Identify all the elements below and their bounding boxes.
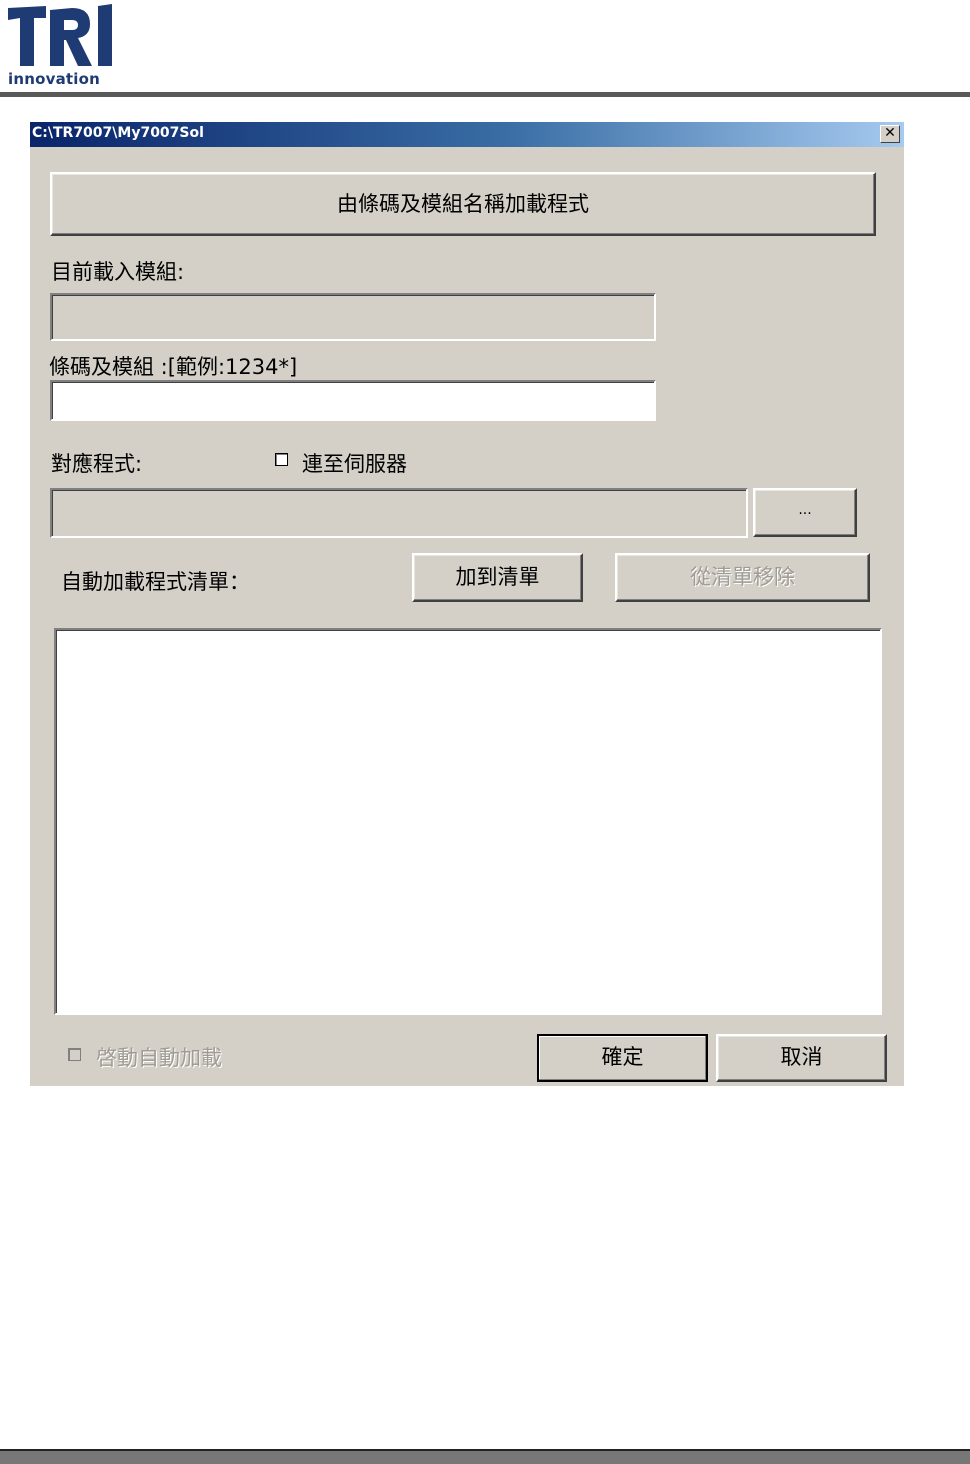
tri-logo-mark bbox=[8, 4, 112, 66]
current-module-label: 目前載入模組: bbox=[51, 260, 185, 284]
autoload-program-list[interactable] bbox=[54, 628, 882, 1015]
remove-from-list-label: 從清單移除 bbox=[690, 565, 795, 589]
header-divider bbox=[0, 92, 970, 97]
connect-server-checkbox[interactable] bbox=[275, 453, 288, 466]
enable-autoload-label: 啓動自動加載 bbox=[96, 1046, 222, 1070]
cancel-button-label: 取消 bbox=[780, 1045, 823, 1069]
autoload-list-label: 自動加載程式清單： bbox=[61, 570, 250, 594]
close-button[interactable]: ✕ bbox=[880, 125, 900, 143]
barcode-input[interactable] bbox=[50, 380, 656, 421]
connect-server-label[interactable]: 連至伺服器 bbox=[302, 448, 407, 478]
logo-text: innovation bbox=[8, 70, 100, 88]
tri-innovation-logo: innovation bbox=[6, 4, 116, 88]
load-by-barcode-label: 由條碼及模組名稱加載程式 bbox=[337, 192, 589, 216]
add-to-list-label: 加到清單 bbox=[455, 565, 540, 589]
autoload-dialog: C:\TR7007\My7007Sol ✕ 由條碼及模組名稱加載程式 目前載入模… bbox=[30, 122, 904, 1086]
remove-from-list-button[interactable]: 從清單移除 bbox=[615, 553, 870, 602]
current-module-field bbox=[50, 293, 656, 341]
dialog-title: C:\TR7007\My7007Sol bbox=[32, 125, 204, 141]
barcode-label: 條碼及模組 :[範例:1234*] bbox=[49, 355, 298, 379]
browse-button[interactable]: ... bbox=[753, 488, 857, 537]
add-to-list-button[interactable]: 加到清單 bbox=[412, 553, 583, 602]
ok-button-label: 確定 bbox=[601, 1045, 644, 1069]
program-label: 對應程式: bbox=[51, 452, 143, 476]
ok-button[interactable]: 確定 bbox=[537, 1034, 708, 1082]
load-by-barcode-button[interactable]: 由條碼及模組名稱加載程式 bbox=[50, 172, 876, 236]
enable-autoload-checkbox[interactable] bbox=[68, 1048, 81, 1061]
cancel-button[interactable]: 取消 bbox=[716, 1034, 887, 1082]
browse-button-label: ... bbox=[798, 502, 812, 518]
close-icon: ✕ bbox=[884, 125, 896, 141]
dialog-titlebar[interactable]: C:\TR7007\My7007Sol ✕ bbox=[30, 122, 904, 147]
program-path-field bbox=[50, 488, 748, 538]
